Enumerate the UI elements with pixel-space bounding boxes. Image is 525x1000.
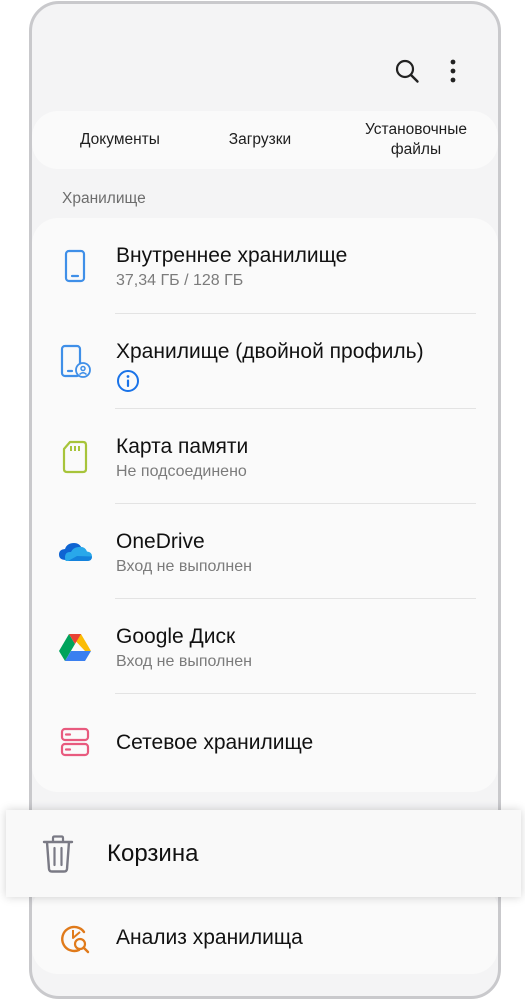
section-title-storage: Хранилище — [62, 190, 146, 207]
storage-item-onedrive[interactable]: OneDrive Вход не выполнен — [32, 504, 498, 599]
top-actions — [378, 54, 470, 88]
storage-item-internal[interactable]: Внутреннее хранилище 37,34 ГБ / 128 ГБ — [32, 218, 498, 313]
category-installation-files-line2: файлы — [390, 141, 442, 158]
category-bar: Документы Загрузки Установочные файлы — [32, 111, 498, 169]
storage-list: Внутреннее хранилище 37,34 ГБ / 128 ГБ Х… — [32, 218, 498, 792]
storage-analysis-item[interactable]: Анализ хранилища — [32, 884, 498, 974]
storage-item-title: Google Диск — [116, 625, 236, 648]
storage-item-subtitle: 37,34 ГБ / 128 ГБ — [116, 272, 244, 289]
trash-label: Корзина — [107, 840, 199, 867]
storage-item-memory-card[interactable]: Карта памяти Не подсоединено — [32, 409, 498, 504]
storage-item-network[interactable]: Сетевое хранилище — [32, 694, 498, 789]
storage-analysis-icon — [54, 919, 96, 961]
storage-analysis-label: Анализ хранилища — [116, 926, 303, 949]
storage-item-subtitle: Не подсоединено — [116, 463, 247, 480]
category-documents[interactable]: Документы — [80, 130, 160, 150]
network-storage-icon — [52, 719, 98, 765]
storage-item-title: Карта памяти — [116, 435, 249, 458]
more-options-button[interactable] — [436, 54, 470, 88]
trash-item[interactable]: Корзина — [6, 810, 521, 897]
search-icon — [395, 59, 419, 83]
phone-icon — [52, 243, 98, 289]
storage-item-subtitle: Вход не выполнен — [116, 558, 252, 575]
info-icon[interactable] — [116, 369, 140, 393]
category-installation-files-line1: Установочные — [364, 121, 467, 138]
sd-card-icon — [52, 434, 98, 480]
trash-icon — [38, 832, 78, 876]
google-drive-icon — [52, 624, 98, 670]
storage-item-subtitle: Вход не выполнен — [116, 653, 252, 670]
search-button[interactable] — [390, 54, 424, 88]
storage-item-title: OneDrive — [116, 530, 205, 553]
storage-item-title: Хранилище (двойной профиль) — [116, 340, 424, 363]
onedrive-icon — [52, 529, 98, 575]
storage-item-title: Сетевое хранилище — [116, 731, 314, 754]
storage-item-google-drive[interactable]: Google Диск Вход не выполнен — [32, 599, 498, 694]
category-installation-files[interactable]: Установочные файлы — [360, 120, 472, 160]
storage-item-dual-profile[interactable]: Хранилище (двойной профиль) — [32, 314, 498, 409]
storage-item-title: Внутреннее хранилище — [116, 244, 348, 267]
more-vertical-icon — [450, 59, 456, 83]
dual-profile-phone-icon — [52, 339, 98, 385]
category-downloads[interactable]: Загрузки — [229, 130, 291, 150]
